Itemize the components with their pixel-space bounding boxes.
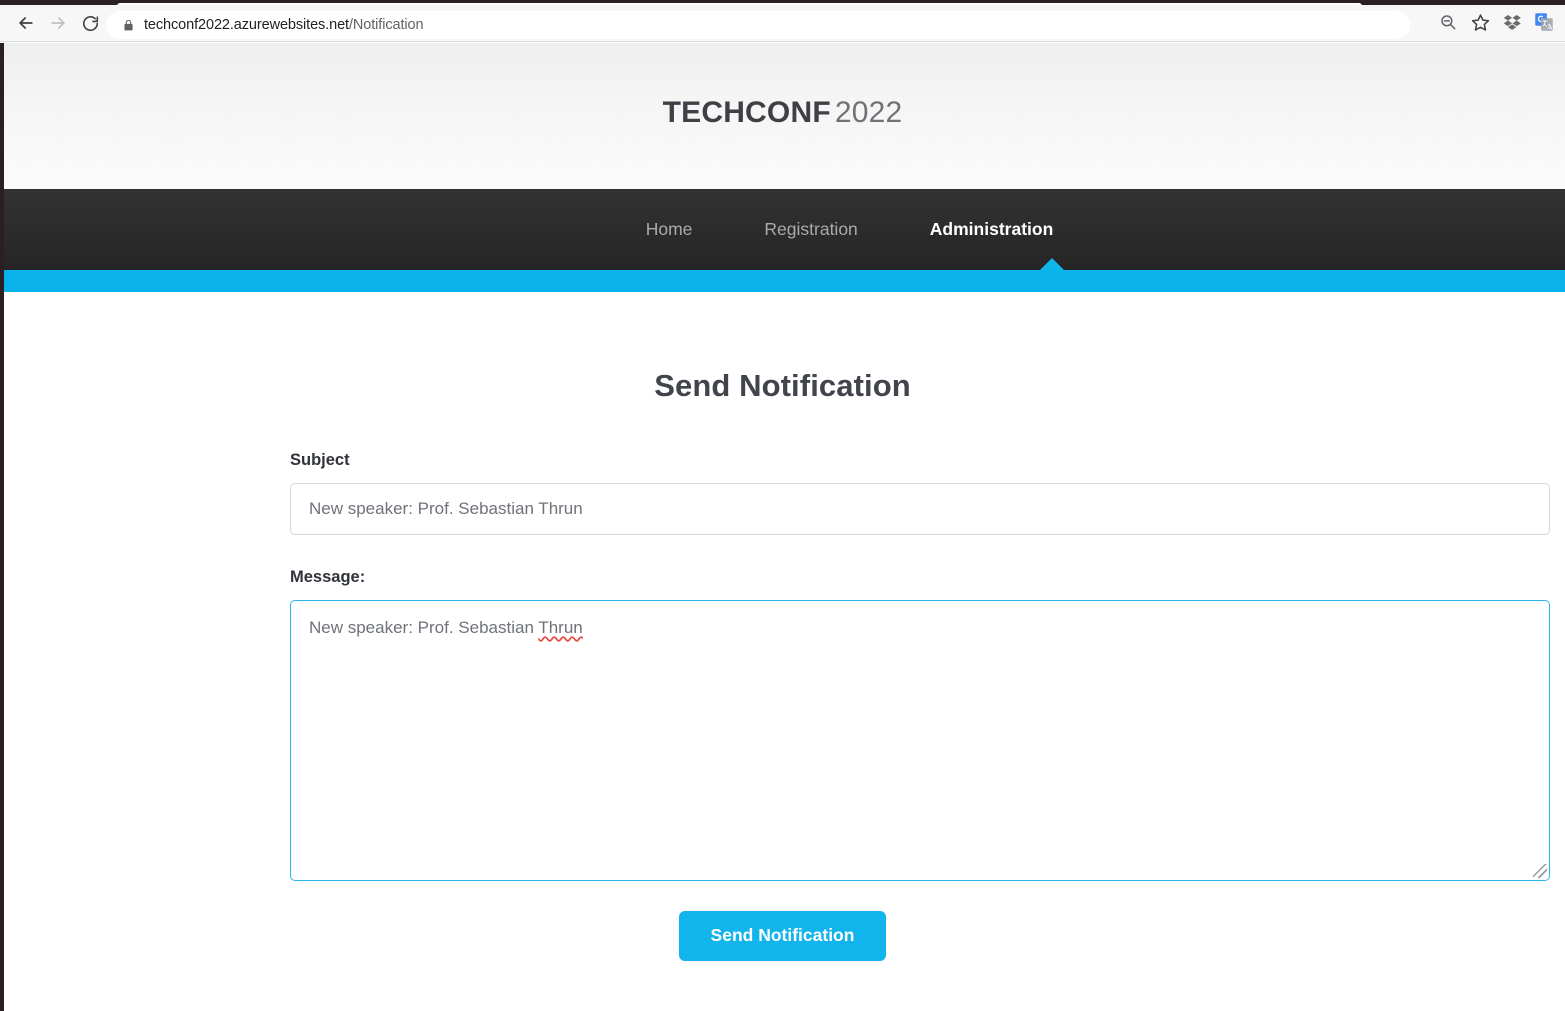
brand-name: TECHCONF xyxy=(662,96,831,129)
zoom-out-icon[interactable] xyxy=(1435,9,1461,35)
navigation-buttons xyxy=(10,7,106,39)
nav-item-registration[interactable]: Registration xyxy=(728,219,893,240)
url-path: /Notification xyxy=(348,17,424,33)
page-title: Send Notification xyxy=(654,368,911,403)
message-text: New speaker: Prof. Sebastian Thrun xyxy=(309,617,1531,639)
submit-row: Send Notification xyxy=(290,911,1275,961)
site-navigation: Home Registration Administration xyxy=(0,189,1565,270)
google-translate-icon[interactable] xyxy=(1531,9,1557,35)
subject-label: Subject xyxy=(290,451,350,469)
message-text-prefix: New speaker: Prof. Sebastian xyxy=(309,618,539,637)
site-header: TECHCONF 2022 xyxy=(0,43,1565,189)
message-textarea[interactable]: New speaker: Prof. Sebastian Thrun xyxy=(290,600,1550,881)
toolbar-right-icons xyxy=(1435,9,1557,35)
back-arrow-icon[interactable] xyxy=(10,7,42,39)
accent-bar xyxy=(0,270,1565,292)
site-brand: TECHCONF 2022 xyxy=(663,96,903,130)
reload-icon[interactable] xyxy=(74,7,106,39)
address-bar-text: techconf2022.azurewebsites.net/Notificat… xyxy=(144,17,424,33)
nav-item-home[interactable]: Home xyxy=(610,219,729,240)
dropbox-extension-icon[interactable] xyxy=(1499,9,1525,35)
forward-arrow-icon[interactable] xyxy=(42,7,74,39)
brand-year: 2022 xyxy=(834,96,903,129)
notification-form: Subject Message: New speaker: Prof. Seba… xyxy=(0,451,1565,961)
nav-item-administration[interactable]: Administration xyxy=(894,219,1089,240)
url-host: techconf2022.azurewebsites.net xyxy=(144,17,349,33)
message-label: Message: xyxy=(290,568,366,586)
browser-window: techconf2022.azurewebsites.net/Notificat… xyxy=(0,0,1565,1011)
send-notification-button[interactable]: Send Notification xyxy=(678,911,887,961)
textarea-resize-handle[interactable] xyxy=(1533,864,1547,878)
browser-toolbar: techconf2022.azurewebsites.net/Notificat… xyxy=(0,5,1565,42)
window-left-edge xyxy=(0,43,4,1011)
star-icon[interactable] xyxy=(1467,9,1493,35)
active-nav-caret-icon xyxy=(1040,258,1064,270)
nav-list: Home Registration Administration xyxy=(610,219,1090,240)
lock-icon xyxy=(118,19,138,32)
message-misspelled-word: Thrun xyxy=(538,618,583,637)
main-content: Send Notification Subject Message: New s… xyxy=(0,292,1565,961)
form-spacer xyxy=(290,535,1275,568)
address-bar[interactable]: techconf2022.azurewebsites.net/Notificat… xyxy=(106,11,1410,39)
page-viewport: TECHCONF 2022 Home Registration Administr… xyxy=(0,43,1565,1011)
subject-input[interactable] xyxy=(290,483,1550,535)
